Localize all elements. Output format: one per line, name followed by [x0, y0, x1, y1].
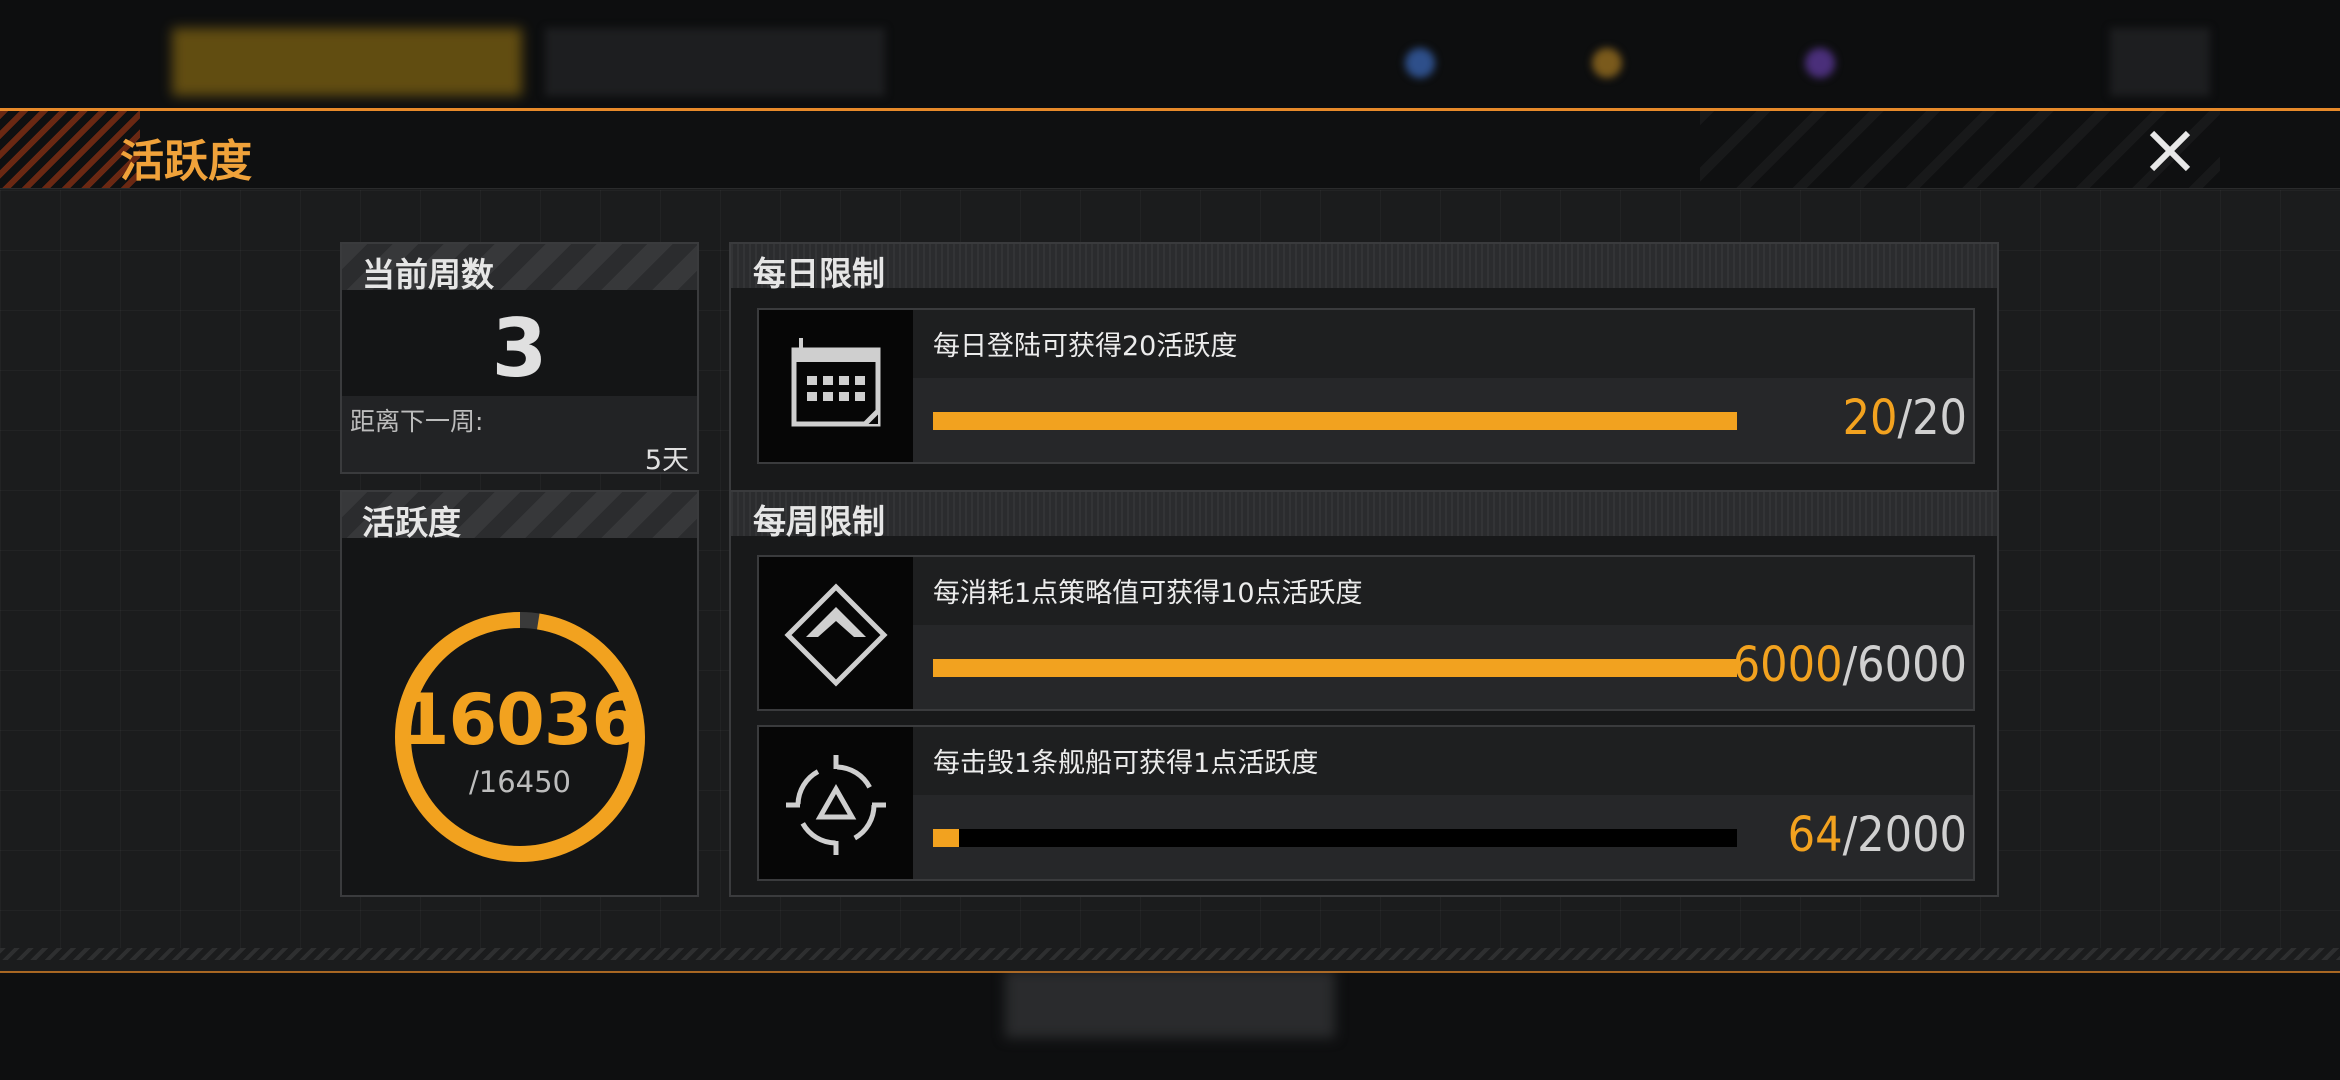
progress-current: 20	[1842, 390, 1898, 446]
task-description: 每击毁1条舰船可获得1点活跃度	[933, 748, 1319, 779]
task-row: 每消耗1点策略值可获得10点活跃度 6000/6000	[757, 555, 1975, 711]
task-icon-box	[759, 310, 913, 462]
strategy-diamond-icon	[784, 583, 888, 687]
background-bottom-button-blurred	[1005, 970, 1335, 1038]
next-week-label: 距离下一周:	[350, 407, 484, 436]
task-row: 每击毁1条舰船可获得1点活跃度 64/2000	[757, 725, 1975, 881]
progress-count: 20/20	[1843, 390, 1967, 446]
task-progress-area: 64/2000	[913, 795, 1973, 879]
daily-section-title: 每日限制	[753, 254, 885, 293]
calendar-icon	[791, 338, 881, 427]
activity-max: /16450	[468, 765, 572, 799]
progress-count: 6000/6000	[1733, 637, 1967, 693]
progress-bar-fill	[933, 829, 959, 847]
panel-header: 活跃度	[342, 492, 697, 542]
bottom-hatch-decoration	[0, 948, 2340, 960]
progress-separator: /	[1897, 390, 1913, 446]
background-button-blurred	[545, 28, 885, 96]
activity-ring: 16036 /16450	[390, 607, 650, 867]
panel-title: 活跃度	[362, 503, 461, 542]
modal-title: 活跃度	[120, 136, 252, 187]
crosshair-target-icon	[786, 755, 886, 855]
bottom-accent-line	[0, 971, 2340, 973]
background-button-blurred	[172, 28, 522, 96]
activity-panel: 活跃度 16036 /16450	[340, 490, 699, 897]
task-progress-area: 6000/6000	[913, 625, 1973, 709]
progress-max: 6000	[1857, 637, 1967, 693]
progress-bar	[933, 659, 1737, 677]
progress-bar	[933, 412, 1737, 430]
task-description: 每消耗1点策略值可获得10点活跃度	[933, 578, 1363, 609]
task-progress-area: 20/20	[913, 378, 1973, 462]
task-row: 每日登陆可获得20活跃度 20/20	[757, 308, 1975, 464]
progress-max: 2000	[1857, 807, 1967, 863]
progress-max: 20	[1912, 390, 1967, 446]
progress-separator: /	[1842, 637, 1858, 693]
weekly-section-header: 每周限制	[731, 490, 1997, 541]
close-button[interactable]	[2146, 127, 2194, 175]
background-close-blurred	[2110, 28, 2210, 96]
progress-bar-fill	[933, 659, 1737, 677]
task-icon-box	[759, 727, 913, 879]
close-icon	[2149, 130, 2191, 172]
background-currency-icon	[1405, 48, 1435, 78]
task-icon-box	[759, 557, 913, 709]
activity-current: 16036	[400, 679, 641, 761]
daily-section-header: 每日限制	[731, 244, 1997, 293]
panel-title: 当前周数	[362, 255, 494, 294]
task-description: 每日登陆可获得20活跃度	[933, 331, 1238, 362]
header-decoration	[0, 111, 140, 188]
progress-separator: /	[1842, 807, 1858, 863]
background-currency-icon	[1805, 48, 1835, 78]
weekly-section-title: 每周限制	[753, 502, 885, 541]
progress-current: 64	[1787, 807, 1843, 863]
progress-bar-fill	[933, 412, 1737, 430]
current-week-number: 3	[491, 302, 548, 395]
progress-count: 64/2000	[1788, 807, 1967, 863]
progress-bar	[933, 829, 1737, 847]
panel-header: 当前周数	[342, 244, 697, 294]
modal-header: 活跃度	[0, 111, 2340, 189]
current-week-panel: 当前周数 3 距离下一周: 5天	[340, 242, 699, 476]
header-decoration	[1700, 111, 2220, 188]
days-left: 5天	[644, 445, 689, 476]
background-currency-icon	[1592, 48, 1622, 78]
progress-current: 6000	[1732, 637, 1843, 693]
next-week-countdown: 距离下一周: 5天	[342, 396, 697, 476]
